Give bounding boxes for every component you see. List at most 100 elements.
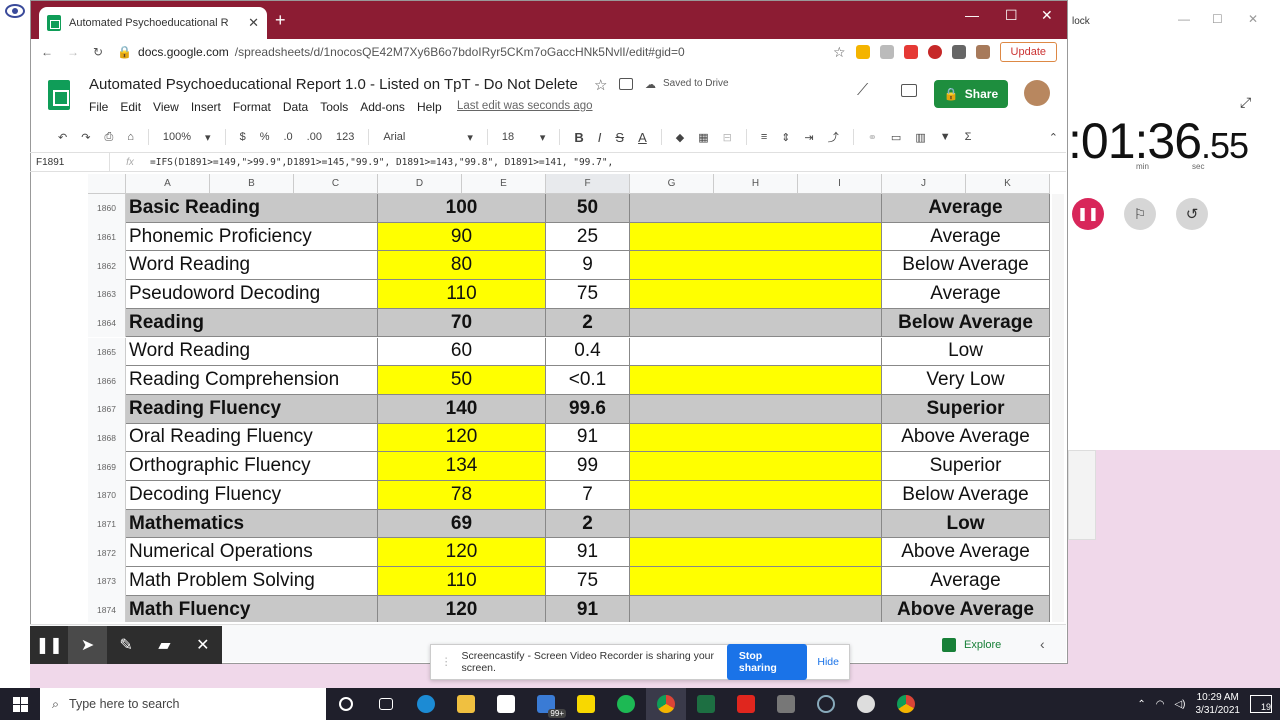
font-chevron-icon[interactable]: ▾: [467, 131, 473, 144]
redo-icon[interactable]: ↷: [81, 131, 90, 144]
blank-cell[interactable]: [630, 394, 882, 424]
column-header-a[interactable]: A: [126, 174, 210, 193]
row-number[interactable]: 1864: [88, 308, 126, 338]
column-header-k[interactable]: K: [966, 174, 1050, 193]
row-number[interactable]: 1860: [88, 194, 126, 223]
row-number[interactable]: 1861: [88, 222, 126, 252]
column-header-i[interactable]: I: [798, 174, 882, 193]
font-size-chevron-icon[interactable]: ▾: [540, 131, 546, 144]
lap-flag-button[interactable]: ⚐: [1124, 198, 1156, 230]
increase-decimal-button[interactable]: .00: [307, 131, 322, 143]
fill-color-icon[interactable]: ◆: [676, 131, 684, 144]
borders-icon[interactable]: ▦: [698, 131, 708, 144]
drag-handle-icon[interactable]: ⋮: [441, 656, 452, 668]
last-edit-link[interactable]: Last edit was seconds ago: [457, 100, 593, 112]
standard-score-cell[interactable]: 80: [378, 251, 546, 281]
standard-score-cell[interactable]: 110: [378, 280, 546, 309]
document-title[interactable]: Automated Psychoeducational Report 1.0 -…: [89, 76, 578, 93]
print-icon[interactable]: ⎙: [104, 131, 113, 144]
blank-cell[interactable]: [630, 366, 882, 395]
standard-score-cell[interactable]: 69: [378, 509, 546, 539]
clock-maximize-icon[interactable]: ☐: [1212, 12, 1223, 26]
stopwatch-pause-button[interactable]: ❚❚: [1072, 198, 1104, 230]
column-header-j[interactable]: J: [882, 174, 966, 193]
blank-cell[interactable]: [630, 194, 882, 223]
profile-avatar[interactable]: [975, 45, 990, 59]
percentile-cell[interactable]: 91: [546, 595, 630, 622]
standard-score-cell[interactable]: 120: [378, 595, 546, 622]
subtest-name-cell[interactable]: Reading Fluency: [126, 394, 378, 424]
insert-chart-icon[interactable]: ▥: [915, 131, 925, 144]
close-toolbar-icon[interactable]: ✕: [184, 626, 222, 664]
row-number[interactable]: 1869: [88, 452, 126, 481]
subtest-name-cell[interactable]: Word Reading: [126, 251, 378, 281]
explore-button[interactable]: Explore: [942, 632, 1032, 658]
task-view-icon[interactable]: [366, 688, 406, 720]
cursor-tool-icon[interactable]: ➤: [68, 626, 107, 664]
network-icon[interactable]: ◠: [1156, 699, 1165, 710]
row-number[interactable]: 1870: [88, 481, 126, 510]
paint-format-icon[interactable]: ⌂: [127, 131, 134, 143]
file-explorer-icon[interactable]: [446, 688, 486, 720]
alarms-clock-icon[interactable]: [846, 688, 886, 720]
descriptor-cell[interactable]: Average: [882, 222, 1050, 252]
subtest-name-cell[interactable]: Math Problem Solving: [126, 567, 378, 596]
menu-file[interactable]: File: [89, 100, 108, 114]
row-number[interactable]: 1866: [88, 366, 126, 395]
percentile-cell[interactable]: 0.4: [546, 337, 630, 367]
descriptor-cell[interactable]: Above Average: [882, 595, 1050, 622]
bookmark-star-icon[interactable]: ☆: [833, 44, 846, 61]
filter-icon[interactable]: ▼: [940, 131, 951, 143]
valign-icon[interactable]: ⇕: [781, 131, 790, 144]
menu-edit[interactable]: Edit: [120, 100, 141, 114]
italic-button[interactable]: I: [598, 130, 602, 145]
taskbar-clock[interactable]: 10:29 AM 3/31/2021: [1196, 691, 1241, 717]
cortana-icon[interactable]: [326, 688, 366, 720]
formula-input[interactable]: =IFS(D1891>=149,">99.9",D1891>=145,"99.9…: [150, 157, 613, 168]
standard-score-cell[interactable]: 90: [378, 222, 546, 252]
row-number[interactable]: 1874: [88, 595, 126, 622]
start-button[interactable]: [0, 696, 40, 712]
row-number[interactable]: 1868: [88, 423, 126, 453]
row-number[interactable]: 1871: [88, 509, 126, 539]
strikethrough-button[interactable]: S: [615, 130, 624, 145]
blank-cell[interactable]: [630, 337, 882, 367]
functions-icon[interactable]: Σ: [965, 131, 972, 143]
extension-red-icon[interactable]: [927, 45, 942, 59]
column-header-f[interactable]: F: [546, 174, 630, 193]
reset-button[interactable]: ↺: [1176, 198, 1208, 230]
link-icon[interactable]: ⚭: [868, 131, 877, 144]
subtest-name-cell[interactable]: Phonemic Proficiency: [126, 222, 378, 252]
extension-yellow-icon[interactable]: [855, 45, 870, 59]
standard-score-cell[interactable]: 60: [378, 337, 546, 367]
percentile-cell[interactable]: 25: [546, 222, 630, 252]
font-select[interactable]: Arial: [383, 131, 453, 143]
blank-cell[interactable]: [630, 308, 882, 338]
standard-score-cell[interactable]: 100: [378, 194, 546, 223]
standard-score-cell[interactable]: 120: [378, 423, 546, 453]
menu-format[interactable]: Format: [233, 100, 271, 114]
standard-score-cell[interactable]: 78: [378, 481, 546, 510]
number-format-button[interactable]: 123: [336, 131, 354, 143]
taskbar-search[interactable]: ⌕ Type here to search: [40, 688, 326, 720]
extension-gray-icon[interactable]: [879, 45, 894, 59]
row-number[interactable]: 1867: [88, 394, 126, 424]
stop-sharing-button[interactable]: Stop sharing: [726, 644, 808, 680]
percentile-cell[interactable]: 7: [546, 481, 630, 510]
folder-icon[interactable]: [619, 78, 633, 90]
descriptor-cell[interactable]: Average: [882, 280, 1050, 309]
blank-cell[interactable]: [630, 222, 882, 252]
descriptor-cell[interactable]: Below Average: [882, 251, 1050, 281]
percent-format-button[interactable]: %: [260, 131, 270, 143]
descriptor-cell[interactable]: Below Average: [882, 481, 1050, 510]
percentile-cell[interactable]: 2: [546, 308, 630, 338]
activity-trend-icon[interactable]: ⟋: [857, 82, 868, 100]
percentile-cell[interactable]: 2: [546, 509, 630, 539]
corner-cell[interactable]: [88, 174, 126, 193]
url-field[interactable]: 🔒 docs.google.com/spreadsheets/d/1nocosQ…: [117, 45, 685, 59]
close-tab-icon[interactable]: ✕: [248, 15, 259, 31]
excel-icon[interactable]: [686, 688, 726, 720]
percentile-cell[interactable]: <0.1: [546, 366, 630, 395]
menu-data[interactable]: Data: [283, 100, 308, 114]
descriptor-cell[interactable]: Below Average: [882, 308, 1050, 338]
